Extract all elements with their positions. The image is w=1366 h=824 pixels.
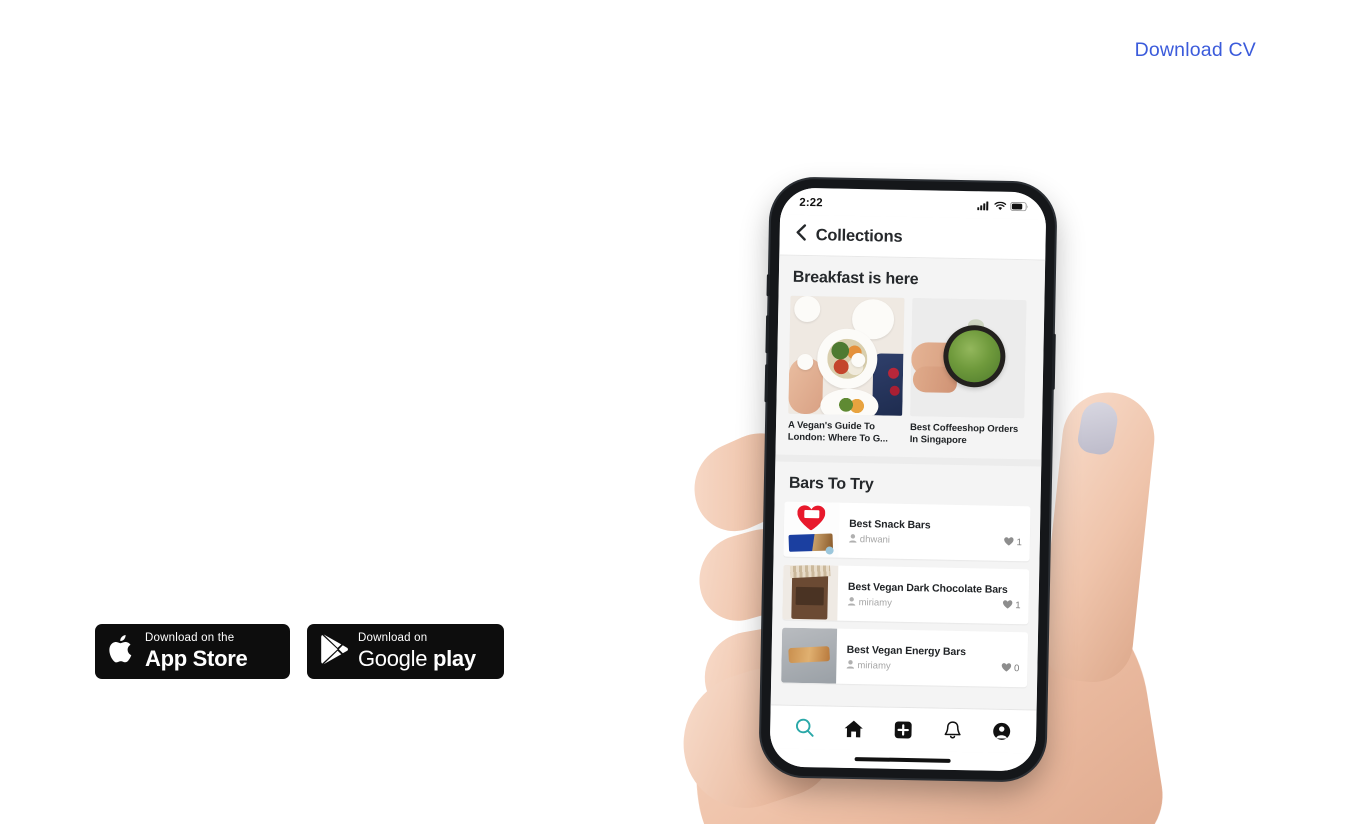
chevron-left-icon[interactable] xyxy=(795,224,807,246)
tab-home[interactable] xyxy=(837,713,872,744)
list-item-author-name: miriamy xyxy=(858,597,892,610)
cellular-signal-icon xyxy=(977,197,990,215)
photo-plate xyxy=(794,295,821,323)
status-bar-icons xyxy=(977,197,1029,216)
list-item-like-count: 1 xyxy=(1015,600,1021,612)
list-item-meta: dhwani 1 xyxy=(849,533,1022,549)
scroll-content[interactable]: Breakfast is here A Vegan's Guide To Lon… xyxy=(770,255,1046,710)
google-play-badge-text: Download on Google play xyxy=(358,633,476,670)
photo-plate xyxy=(820,388,879,416)
photo-plate xyxy=(816,328,878,390)
volume-down-button[interactable] xyxy=(764,364,769,403)
battery-icon xyxy=(1010,198,1029,216)
volume-up-button[interactable] xyxy=(765,315,770,354)
list-item-likes: 0 xyxy=(1001,662,1020,675)
list-item-title: Best Snack Bars xyxy=(849,517,931,532)
energy-bar-graphic xyxy=(788,646,830,664)
choc-bag-top xyxy=(789,564,831,579)
app-store-badge[interactable]: Download on the App Store xyxy=(95,624,290,679)
status-bar-clock: 2:22 xyxy=(799,196,823,210)
smoothie-photo-art xyxy=(910,298,1027,419)
list-item-body: Best Snack Bars dhwani 1 xyxy=(838,503,1030,562)
page-root: Download CV Download on the App Store Do… xyxy=(0,0,1366,824)
list-item-like-count: 0 xyxy=(1013,663,1020,675)
heart-icon xyxy=(1001,662,1011,675)
collection-cards: A Vegan's Guide To London: Where To G... xyxy=(775,295,1044,459)
list-item-body: Best Vegan Dark Chocolate Bars miriamy 1 xyxy=(837,566,1029,625)
list-item[interactable]: Best Vegan Energy Bars miriamy 0 xyxy=(781,627,1029,688)
energy-bar-thumb xyxy=(781,627,838,684)
list-item[interactable]: Best Snack Bars dhwani 1 xyxy=(783,501,1031,562)
snack-bar-thumb xyxy=(783,501,840,558)
bottom-tab-bar xyxy=(769,704,1037,754)
chocolate-bar-thumb xyxy=(782,564,839,621)
home-indicator[interactable] xyxy=(854,757,951,763)
list-item-author-name: miriamy xyxy=(857,660,891,673)
list-item-author-name: dhwani xyxy=(859,534,891,546)
app-store-badge-big-text: App Store xyxy=(145,645,248,671)
google-play-badge-small-text: Download on xyxy=(358,632,428,645)
apple-logo-icon xyxy=(109,633,136,670)
collection-card[interactable]: A Vegan's Guide To London: Where To G... xyxy=(787,295,905,446)
app-store-badge-small-text: Download on the xyxy=(145,632,235,645)
user-icon xyxy=(849,533,857,546)
green-smoothie-photo xyxy=(910,298,1027,419)
choc-bag-label xyxy=(795,587,824,606)
page-title: Collections xyxy=(815,225,903,246)
list-item-meta: miriamy 0 xyxy=(846,659,1020,675)
food-photo-art xyxy=(788,295,905,416)
photo-smoothie-cup xyxy=(942,324,1006,388)
heart-label xyxy=(804,510,820,519)
phone-screen: 2:22 Collections Breakfast is here A Veg… xyxy=(769,187,1047,772)
collection-card[interactable]: Best Coffeeshop Orders In Singapore xyxy=(910,298,1027,448)
tab-add[interactable] xyxy=(886,714,921,745)
decor-dot xyxy=(825,546,834,555)
list-item-likes: 1 xyxy=(1002,599,1021,612)
collection-card-caption: A Vegan's Guide To London: Where To G... xyxy=(787,419,888,445)
list-item-meta: miriamy 1 xyxy=(847,596,1021,612)
list-item-title: Best Vegan Dark Chocolate Bars xyxy=(847,580,1008,596)
download-cv-link[interactable]: Download CV xyxy=(1135,39,1256,62)
wifi-icon xyxy=(994,198,1007,216)
list-item-author: miriamy xyxy=(847,596,892,610)
list-item-body: Best Vegan Energy Bars miriamy 0 xyxy=(836,629,1028,688)
list-item-author: dhwani xyxy=(849,533,891,547)
heart-icon xyxy=(1002,599,1013,612)
phone-device: 2:22 Collections Breakfast is here A Veg… xyxy=(760,178,1056,781)
tab-profile[interactable] xyxy=(984,716,1019,747)
app-store-badge-text: Download on the App Store xyxy=(145,632,248,671)
tab-notifications[interactable] xyxy=(935,715,970,746)
tab-search[interactable] xyxy=(788,712,823,743)
list-item-author: miriamy xyxy=(846,659,891,673)
list-item-title: Best Vegan Energy Bars xyxy=(846,643,967,658)
heart-icon xyxy=(1003,537,1014,549)
home-indicator-area xyxy=(769,748,1036,772)
status-bar: 2:22 xyxy=(780,187,1047,220)
user-icon xyxy=(847,596,856,609)
breakfast-table-photo xyxy=(788,295,905,416)
list-item[interactable]: Best Vegan Dark Chocolate Bars miriamy 1 xyxy=(782,564,1030,625)
app-nav-header: Collections xyxy=(779,214,1047,261)
user-icon xyxy=(846,659,855,672)
google-play-badge-big-text: Google play xyxy=(358,645,476,671)
section-title-bars: Bars To Try xyxy=(788,475,874,494)
store-badges-group: Download on the App Store Download on Go… xyxy=(95,624,504,679)
google-play-badge[interactable]: Download on Google play xyxy=(307,624,504,679)
collection-list: Best Snack Bars dhwani 1 Best Vegan Dark… xyxy=(771,501,1040,688)
section-title-breakfast: Breakfast is here xyxy=(792,268,919,289)
collection-card-caption: Best Coffeeshop Orders In Singapore xyxy=(909,422,1019,447)
mute-switch[interactable] xyxy=(766,274,770,297)
google-play-icon xyxy=(321,633,349,670)
list-item-likes: 1 xyxy=(1003,537,1022,549)
list-item-like-count: 1 xyxy=(1016,537,1022,549)
